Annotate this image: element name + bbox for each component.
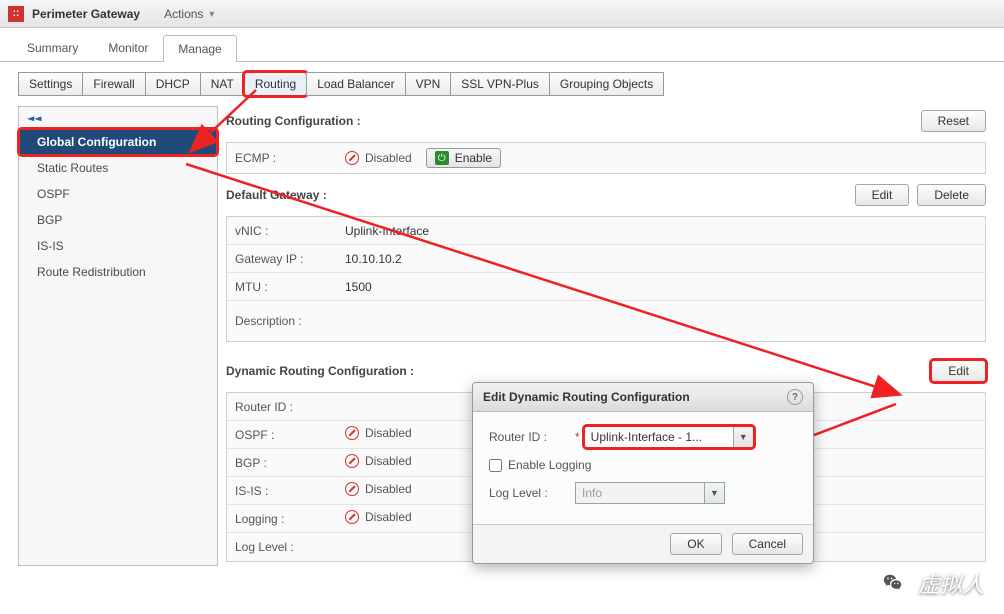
defaultgw-delete-button[interactable]: Delete	[917, 184, 986, 206]
tab-monitor[interactable]: Monitor	[93, 34, 163, 61]
subtab-sslvpn[interactable]: SSL VPN-Plus	[450, 72, 550, 96]
subtab-settings[interactable]: Settings	[18, 72, 83, 96]
vnic-value: Uplink-Interface	[337, 219, 985, 243]
sidebar-item-bgp[interactable]: BGP	[19, 207, 217, 233]
subtab-loadbalancer[interactable]: Load Balancer	[306, 72, 405, 96]
reset-button[interactable]: Reset	[921, 110, 986, 132]
default-gw-panel: vNIC :Uplink-Interface Gateway IP :10.10…	[226, 216, 986, 342]
defaultgw-edit-button[interactable]: Edit	[855, 184, 910, 206]
loglevel-select: Info ▼	[575, 482, 725, 504]
default-gw-title: Default Gateway :	[226, 188, 327, 202]
app-icon: ::	[8, 6, 24, 22]
enable-logging-checkbox[interactable]: Enable Logging	[489, 458, 797, 472]
dyn-loglevel-label: Log Level :	[227, 535, 337, 559]
watermark: 虚拟人	[876, 566, 984, 600]
subtab-firewall[interactable]: Firewall	[82, 72, 145, 96]
desc-value	[337, 316, 985, 326]
dyn-isis-status: Disabled	[345, 482, 412, 496]
dyn-bgp-label: BGP :	[227, 451, 337, 475]
mtu-label: MTU :	[227, 275, 337, 299]
subtab-nat[interactable]: NAT	[200, 72, 245, 96]
chevron-down-icon: ▼	[704, 483, 724, 503]
power-icon: ⏻	[435, 151, 449, 165]
actions-menu[interactable]: Actions ▼	[164, 7, 216, 21]
required-asterisk: *	[575, 430, 580, 444]
desc-label: Description :	[227, 309, 337, 333]
ecmp-panel: ECMP : Disabled ⏻ Enable	[226, 142, 986, 174]
ecmp-enable-button[interactable]: ⏻ Enable	[426, 148, 501, 168]
tab-summary[interactable]: Summary	[12, 34, 93, 61]
help-icon[interactable]: ?	[787, 389, 803, 405]
subtab-vpn[interactable]: VPN	[405, 72, 452, 96]
dlg-routerid-label: Router ID :	[489, 430, 575, 444]
sidebar-item-isis[interactable]: IS-IS	[19, 233, 217, 259]
disabled-icon	[345, 482, 359, 496]
dyn-isis-label: IS-IS :	[227, 479, 337, 503]
sidebar-item-redist[interactable]: Route Redistribution	[19, 259, 217, 285]
subtabs: Settings Firewall DHCP NAT Routing Load …	[0, 62, 1004, 106]
dialog-cancel-button[interactable]: Cancel	[732, 533, 803, 555]
sidebar: ◄◄ Global Configuration Static Routes OS…	[18, 106, 218, 566]
dyn-logging-status: Disabled	[345, 510, 412, 524]
dynroute-edit-button[interactable]: Edit	[931, 360, 986, 382]
chevron-down-icon[interactable]: ▼	[733, 427, 753, 447]
subtab-dhcp[interactable]: DHCP	[145, 72, 201, 96]
collapse-icon[interactable]: ◄◄	[19, 111, 217, 129]
ecmp-status: Disabled	[345, 151, 412, 165]
disabled-icon	[345, 426, 359, 440]
tabs-primary: Summary Monitor Manage	[0, 28, 1004, 62]
vnic-label: vNIC :	[227, 219, 337, 243]
dyn-logging-label: Logging :	[227, 507, 337, 531]
app-title: Perimeter Gateway	[32, 7, 140, 21]
enable-logging-label: Enable Logging	[508, 458, 591, 472]
disabled-icon	[345, 454, 359, 468]
routerid-label: Router ID :	[227, 395, 337, 419]
ecmp-label: ECMP :	[227, 146, 337, 170]
dynroute-title: Dynamic Routing Configuration :	[226, 364, 414, 378]
disabled-icon	[345, 151, 359, 165]
caret-down-icon: ▼	[207, 9, 216, 19]
routing-config-head: Routing Configuration : Reset	[226, 106, 986, 136]
sidebar-item-staticroutes[interactable]: Static Routes	[19, 155, 217, 181]
wechat-icon	[876, 566, 910, 600]
subtab-grouping[interactable]: Grouping Objects	[549, 72, 664, 96]
enable-label: Enable	[455, 151, 492, 165]
actions-label: Actions	[164, 7, 203, 21]
routerid-select-value: Uplink-Interface - 1...	[585, 427, 733, 447]
sidebar-item-globalconf[interactable]: Global Configuration	[19, 129, 217, 155]
sidebar-item-ospf[interactable]: OSPF	[19, 181, 217, 207]
disabled-icon	[345, 510, 359, 524]
dyn-ospf-status: Disabled	[345, 426, 412, 440]
dialog-titlebar: Edit Dynamic Routing Configuration ?	[473, 383, 813, 412]
watermark-text: 虚拟人	[918, 567, 984, 599]
routing-config-title: Routing Configuration :	[226, 114, 361, 128]
ecmp-disabled-text: Disabled	[365, 151, 412, 165]
mtu-value: 1500	[337, 275, 985, 299]
subtab-routing[interactable]: Routing	[244, 72, 307, 96]
edit-dynroute-dialog: Edit Dynamic Routing Configuration ? Rou…	[472, 382, 814, 564]
dlg-loglevel-label: Log Level :	[489, 486, 575, 500]
dialog-title: Edit Dynamic Routing Configuration	[483, 390, 690, 404]
loglevel-value: Info	[576, 483, 704, 503]
gwip-value: 10.10.10.2	[337, 247, 985, 271]
dyn-bgp-status: Disabled	[345, 454, 412, 468]
topbar: :: Perimeter Gateway Actions ▼	[0, 0, 1004, 28]
dyn-ospf-label: OSPF :	[227, 423, 337, 447]
tab-manage[interactable]: Manage	[163, 35, 236, 62]
enable-logging-input[interactable]	[489, 459, 502, 472]
dialog-ok-button[interactable]: OK	[670, 533, 721, 555]
gwip-label: Gateway IP :	[227, 247, 337, 271]
routerid-select[interactable]: Uplink-Interface - 1... ▼	[584, 426, 754, 448]
default-gw-head: Default Gateway : Edit Delete	[226, 180, 986, 210]
